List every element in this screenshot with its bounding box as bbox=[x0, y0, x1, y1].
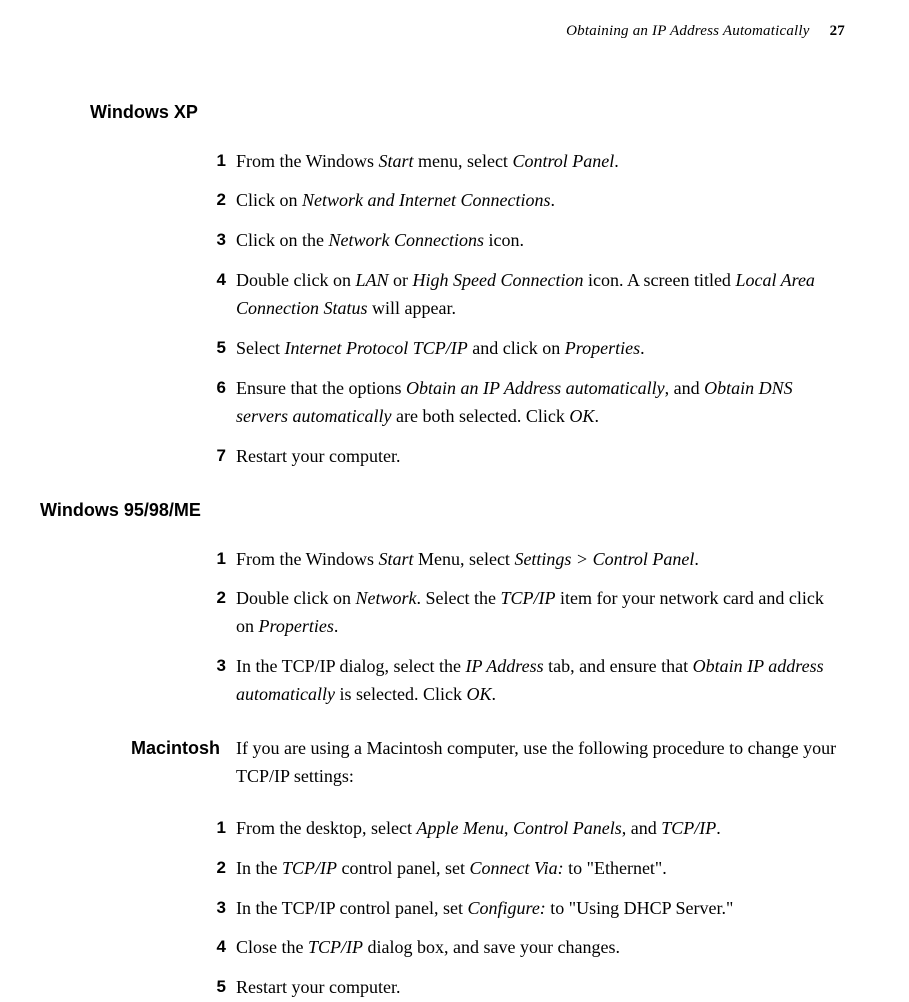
list-item: 2 In the TCP/IP control panel, set Connec… bbox=[40, 855, 845, 883]
list-item-number: 3 bbox=[198, 895, 226, 921]
list-item-number: 5 bbox=[198, 974, 226, 1000]
list-item-number: 3 bbox=[198, 653, 226, 679]
list-item-number: 1 bbox=[198, 815, 226, 841]
section-intro-row: MacintoshIf you are using a Macintosh co… bbox=[40, 735, 845, 791]
list-item: 3 In the TCP/IP dialog, select the IP Add… bbox=[40, 653, 845, 709]
section-heading: Windows 95/98/ME bbox=[40, 497, 845, 524]
list-item: 1 From the Windows Start menu, select Con… bbox=[40, 148, 845, 176]
list-item: 1 From the Windows Start Menu, select Set… bbox=[40, 546, 845, 574]
list-item-content: Restart your computer. bbox=[236, 443, 845, 471]
list-item-number: 3 bbox=[198, 227, 226, 253]
list-item: 2 Click on Network and Internet Connectio… bbox=[40, 187, 845, 215]
list-item-number: 7 bbox=[198, 443, 226, 469]
list-item: 6 Ensure that the options Obtain an IP Ad… bbox=[40, 375, 845, 431]
section: Windows 95/98/ME 1 From the Windows Start … bbox=[40, 497, 845, 709]
section-intro-text: If you are using a Macintosh computer, u… bbox=[236, 735, 845, 791]
header-title: Obtaining an IP Address Automatically bbox=[566, 23, 810, 39]
list-item-number: 4 bbox=[198, 934, 226, 960]
list-item-content: Restart your computer. bbox=[236, 974, 845, 1002]
list-item-number: 1 bbox=[198, 148, 226, 174]
section-side-label: Macintosh bbox=[40, 735, 236, 762]
list-item-content: Click on Network and Internet Connection… bbox=[236, 187, 845, 215]
list-item-content: In the TCP/IP control panel, set Configu… bbox=[236, 895, 845, 923]
list-item-content: Double click on LAN or High Speed Connec… bbox=[236, 267, 845, 323]
ordered-list: 1 From the Windows Start Menu, select Set… bbox=[40, 546, 845, 709]
list-item-number: 1 bbox=[198, 546, 226, 572]
section-heading: Windows XP bbox=[90, 99, 845, 126]
list-item-content: Select Internet Protocol TCP/IP and clic… bbox=[236, 335, 845, 363]
list-item-content: Ensure that the options Obtain an IP Add… bbox=[236, 375, 845, 431]
list-item-content: From the desktop, select Apple Menu, Con… bbox=[236, 815, 845, 843]
list-item-content: Double click on Network. Select the TCP/… bbox=[236, 585, 845, 641]
list-item: 3 In the TCP/IP control panel, set Config… bbox=[40, 895, 845, 923]
section: MacintoshIf you are using a Macintosh co… bbox=[40, 735, 845, 1002]
list-item: 4 Close the TCP/IP dialog box, and save y… bbox=[40, 934, 845, 962]
list-item: 1 From the desktop, select Apple Menu, Co… bbox=[40, 815, 845, 843]
section: Windows XP 1 From the Windows Start menu, … bbox=[40, 99, 845, 471]
list-item: 5 Select Internet Protocol TCP/IP and cli… bbox=[40, 335, 845, 363]
list-item-number: 6 bbox=[198, 375, 226, 401]
list-item: 2 Double click on Network. Select the TCP… bbox=[40, 585, 845, 641]
list-item-content: In the TCP/IP dialog, select the IP Addr… bbox=[236, 653, 845, 709]
list-item-number: 2 bbox=[198, 585, 226, 611]
ordered-list: 1 From the desktop, select Apple Menu, Co… bbox=[40, 815, 845, 1002]
list-item: 4 Double click on LAN or High Speed Conne… bbox=[40, 267, 845, 323]
list-item: 5 Restart your computer. bbox=[40, 974, 845, 1002]
list-item: 3 Click on the Network Connections icon. bbox=[40, 227, 845, 255]
list-item-number: 5 bbox=[198, 335, 226, 361]
list-item-content: Close the TCP/IP dialog box, and save yo… bbox=[236, 934, 845, 962]
list-item-number: 2 bbox=[198, 855, 226, 881]
list-item-content: From the Windows Start menu, select Cont… bbox=[236, 148, 845, 176]
list-item-number: 4 bbox=[198, 267, 226, 293]
page-header: Obtaining an IP Address Automatically 27 bbox=[40, 20, 845, 43]
ordered-list: 1 From the Windows Start menu, select Con… bbox=[40, 148, 845, 471]
list-item-content: In the TCP/IP control panel, set Connect… bbox=[236, 855, 845, 883]
list-item-content: From the Windows Start Menu, select Sett… bbox=[236, 546, 845, 574]
list-item: 7 Restart your computer. bbox=[40, 443, 845, 471]
list-item-number: 2 bbox=[198, 187, 226, 213]
list-item-content: Click on the Network Connections icon. bbox=[236, 227, 845, 255]
page-number: 27 bbox=[830, 23, 845, 39]
